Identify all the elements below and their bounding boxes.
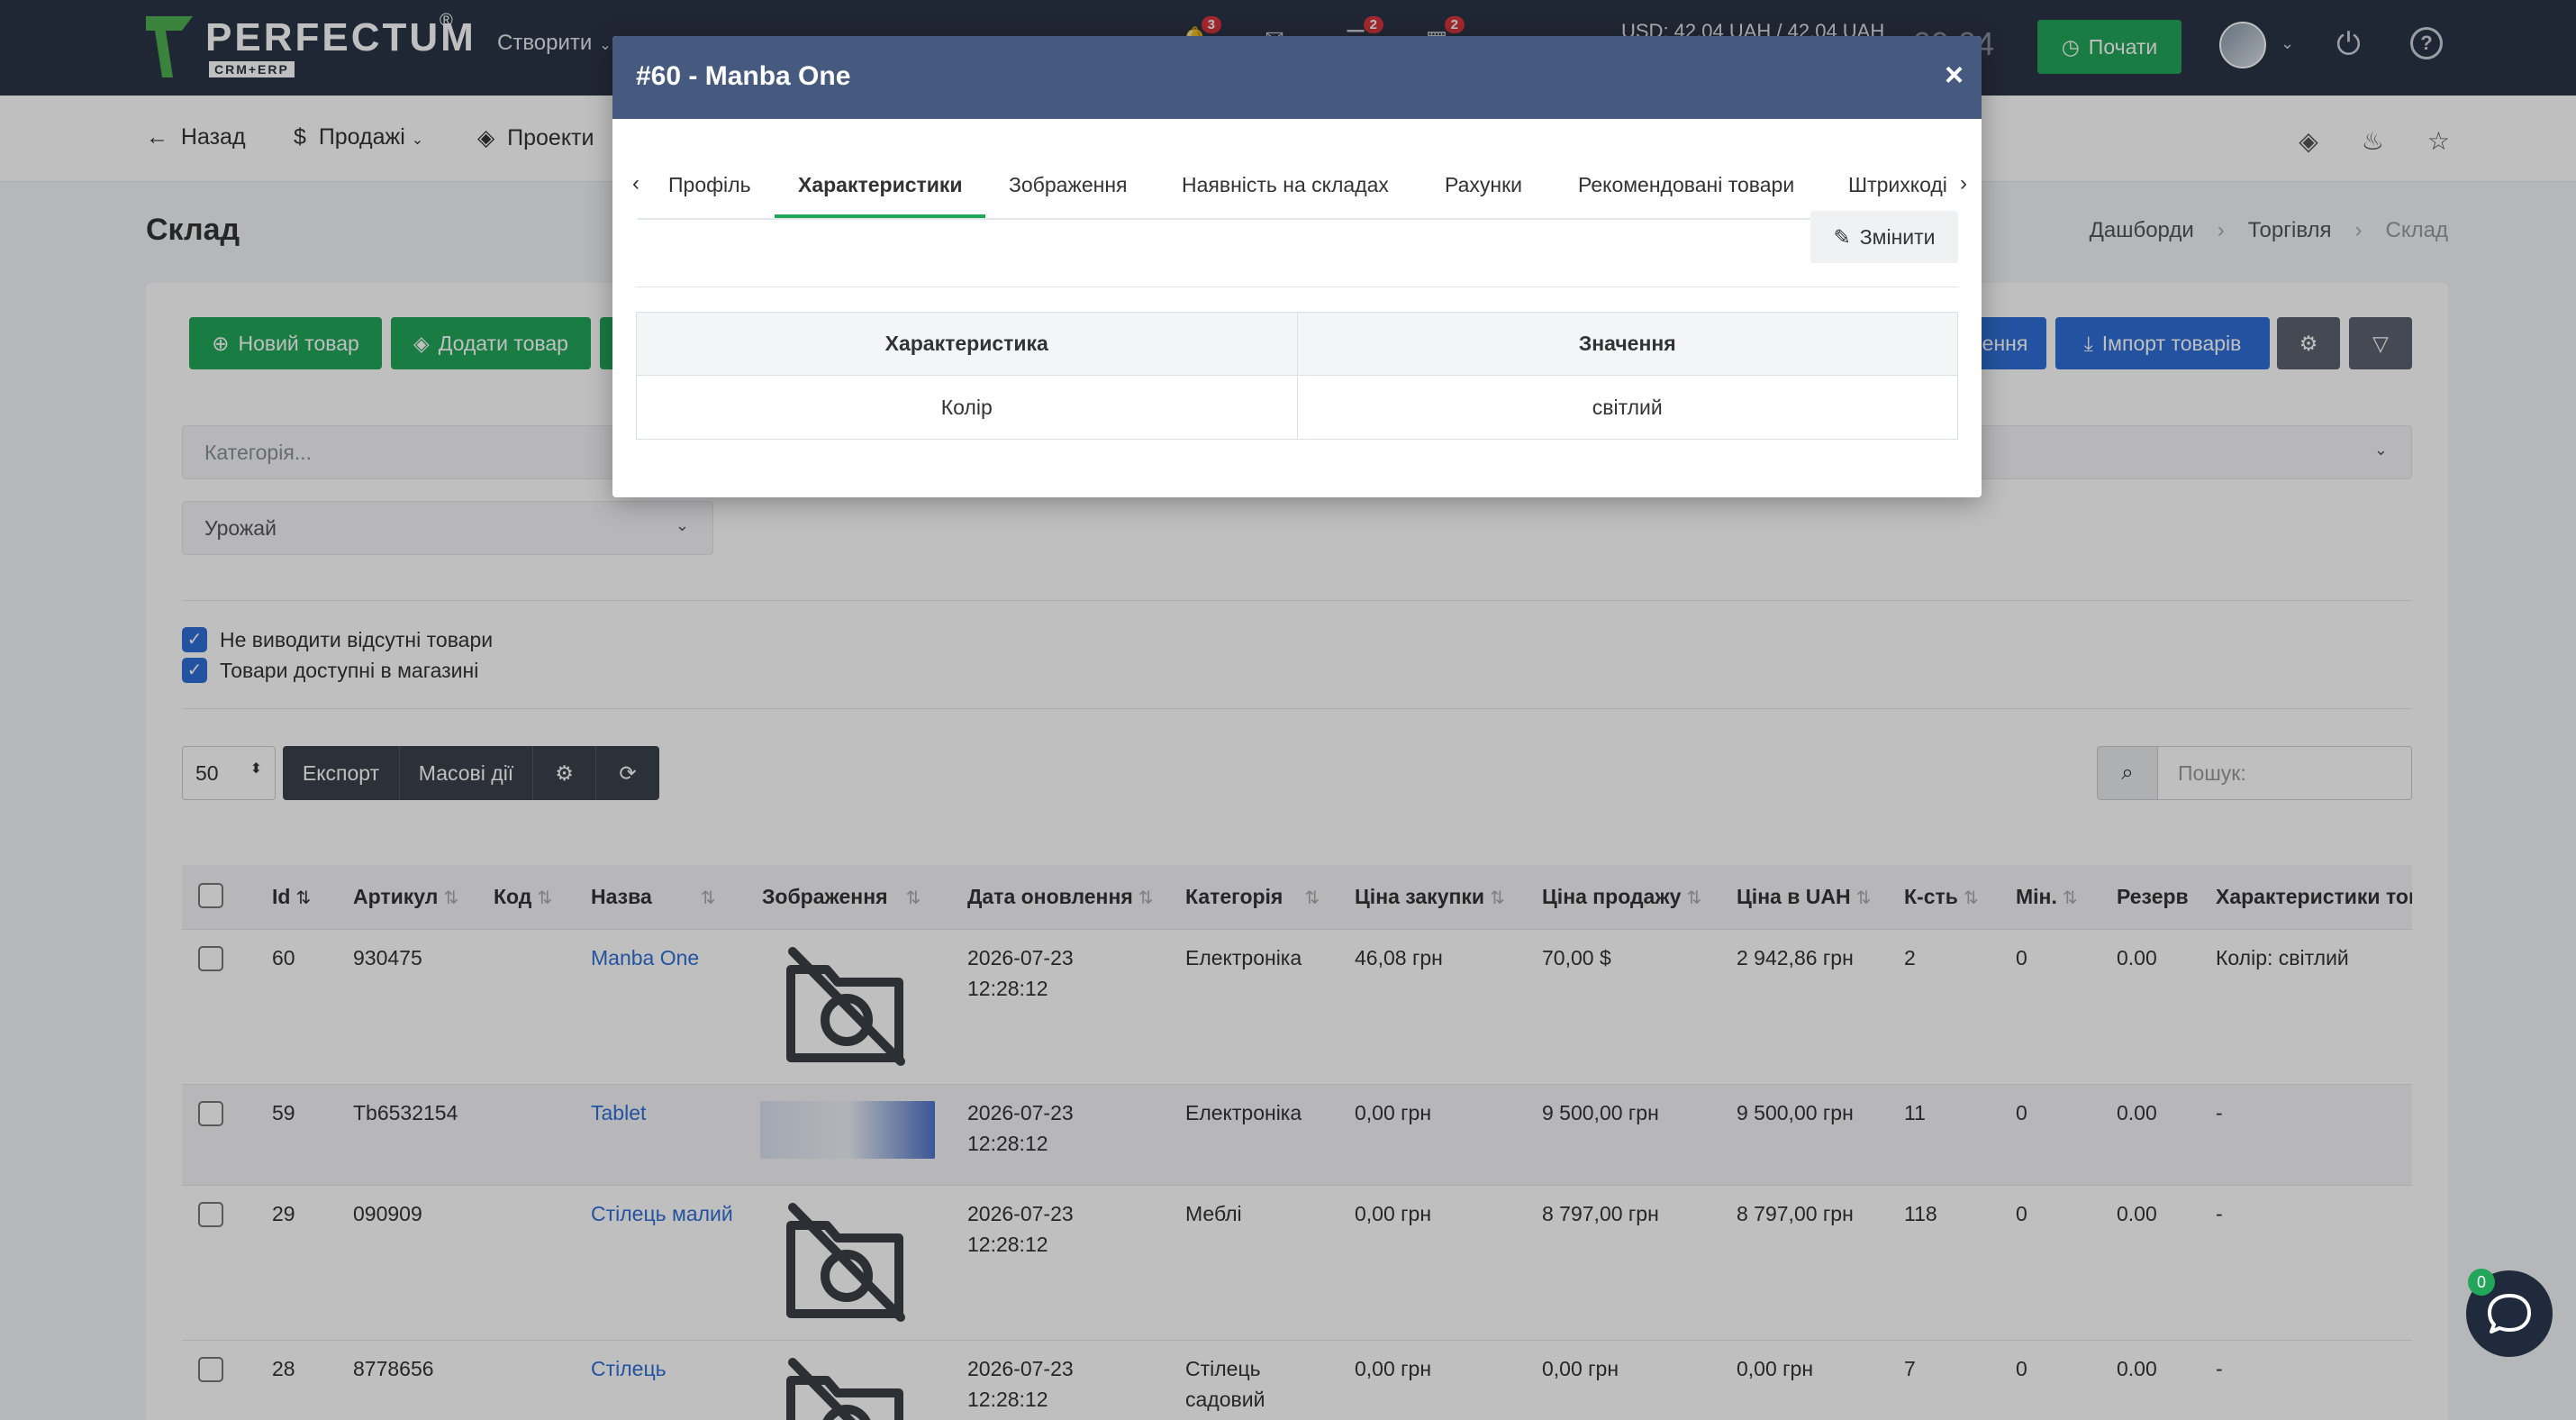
table-row: Колір світлий bbox=[637, 376, 1957, 439]
close-icon[interactable]: × bbox=[1945, 56, 1964, 94]
chevron-left-icon[interactable]: ‹ bbox=[632, 171, 639, 196]
modal-header: #60 - Manba One × bbox=[612, 36, 1982, 119]
active-tab-indicator bbox=[775, 214, 985, 218]
pencil-icon: ✎ bbox=[1833, 224, 1851, 249]
tab-characteristics[interactable]: Характеристики bbox=[798, 173, 963, 197]
header-value: Значення bbox=[1296, 313, 1958, 375]
modal-tabs: ‹ Профіль Характеристики Зображення Наяв… bbox=[632, 119, 1967, 220]
tab-recommended[interactable]: Рекомендовані товари bbox=[1578, 173, 1794, 197]
characteristics-table: Характеристика Значення Колір світлий bbox=[636, 312, 1958, 440]
edit-label: Змінити bbox=[1859, 224, 1936, 249]
product-modal: #60 - Manba One × ‹ Профіль Характеристи… bbox=[612, 36, 1982, 497]
characteristics-header-row: Характеристика Значення bbox=[637, 313, 1957, 376]
tab-barcodes[interactable]: Штрихкоді bbox=[1848, 173, 1951, 197]
tab-stock[interactable]: Наявність на складах bbox=[1182, 173, 1389, 197]
tab-profile[interactable]: Профіль bbox=[668, 173, 751, 197]
chevron-right-icon[interactable]: › bbox=[1960, 171, 1967, 196]
chat-badge: 0 bbox=[2468, 1269, 2495, 1296]
cell-characteristic: Колір bbox=[940, 395, 993, 419]
tab-invoices[interactable]: Рахунки bbox=[1445, 173, 1522, 197]
tab-images[interactable]: Зображення bbox=[1009, 173, 1127, 197]
modal-title: #60 - Manba One bbox=[636, 61, 851, 91]
cell-value: світлий bbox=[1296, 376, 1958, 439]
edit-button[interactable]: ✎ Змінити bbox=[1810, 211, 1958, 263]
header-characteristic: Характеристика bbox=[884, 332, 1048, 355]
